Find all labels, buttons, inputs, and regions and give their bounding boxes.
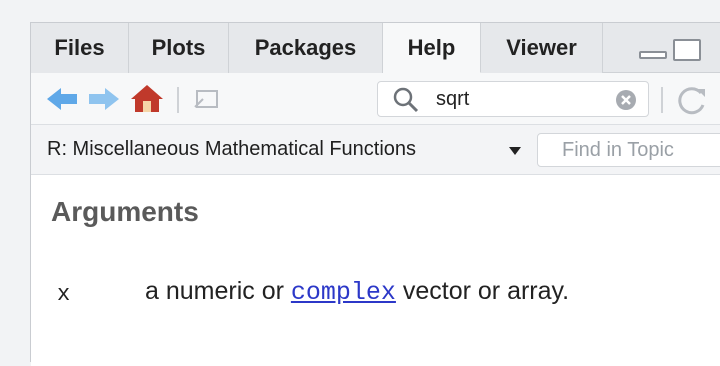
topic-title-dropdown[interactable]: R: Miscellaneous Mathematical Functions <box>47 138 416 161</box>
tab-help[interactable]: Help <box>383 23 481 73</box>
argument-description: a numeric or complex vector or array. <box>145 277 569 307</box>
tab-files[interactable]: Files <box>31 23 129 73</box>
help-search-input[interactable] <box>436 86 606 112</box>
help-search-box <box>377 81 649 117</box>
chevron-down-icon[interactable] <box>509 147 521 155</box>
window-controls <box>639 39 719 63</box>
tab-packages[interactable]: Packages <box>229 23 383 73</box>
find-in-topic-input[interactable] <box>537 133 720 167</box>
help-pane: Files Plots Packages Help Viewer sqrt R:… <box>30 22 720 366</box>
tab-viewer[interactable]: Viewer <box>481 23 603 73</box>
toolbar-separator <box>661 87 663 113</box>
refresh-icon[interactable] <box>675 85 711 115</box>
back-arrow-icon[interactable] <box>45 85 79 113</box>
minimize-button[interactable] <box>639 51 667 59</box>
argument-desc-before: a numeric or <box>145 277 291 305</box>
complex-link[interactable]: complex <box>291 278 396 307</box>
topic-bar: R: Miscellaneous Mathematical Functions <box>31 125 720 175</box>
home-icon[interactable] <box>129 82 165 114</box>
argument-desc-after: vector or array. <box>395 277 570 305</box>
section-heading: Arguments <box>51 196 199 227</box>
pane-tabbar: Files Plots Packages Help Viewer <box>31 23 720 73</box>
help-toolbar <box>31 73 720 125</box>
forward-arrow-icon[interactable] <box>87 85 121 113</box>
maximize-button[interactable] <box>673 39 701 61</box>
help-content: Arguments x a numeric or complex vector … <box>31 176 720 366</box>
tab-plots[interactable]: Plots <box>129 23 229 73</box>
popout-window-icon[interactable] <box>191 87 221 113</box>
toolbar-separator <box>177 87 179 113</box>
search-icon <box>393 87 419 113</box>
argument-name: x <box>57 282 71 307</box>
clear-icon[interactable] <box>614 88 638 112</box>
